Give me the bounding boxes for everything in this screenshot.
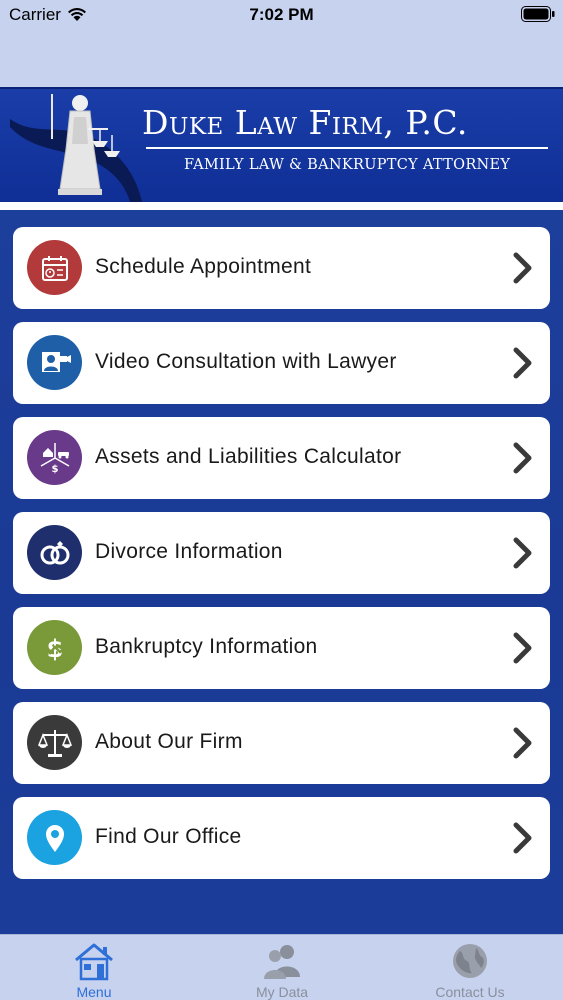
firm-subtitle: FAMILY LAW & BANKRUPTCY ATTORNEY	[184, 157, 511, 173]
lady-justice-logo	[10, 94, 142, 202]
status-time: 7:02 PM	[249, 5, 314, 24]
tab-my-data[interactable]: My Data	[188, 935, 376, 1000]
chevron-right-icon	[513, 442, 532, 474]
svg-text:$: $	[51, 464, 58, 475]
tab-menu[interactable]: Menu	[0, 935, 188, 1000]
firm-header-banner: Duke Law Firm, P.C. FAMILY LAW & BANKRUP…	[0, 87, 563, 202]
location-pin-icon	[27, 810, 82, 865]
menu-item-about-our-firm[interactable]: About Our Firm	[13, 702, 550, 784]
chevron-right-icon	[513, 727, 532, 759]
menu-item-label: Assets and Liabilities Calculator	[95, 445, 402, 468]
menu-item-label: Schedule Appointment	[95, 255, 312, 278]
chevron-right-icon	[513, 347, 532, 379]
menu-item-schedule-appointment[interactable]: Schedule Appointment	[13, 227, 550, 309]
tab-label: Contact Us	[435, 984, 505, 1000]
battery-icon	[521, 6, 555, 22]
menu-item-label: About Our Firm	[95, 730, 243, 753]
calendar-icon	[27, 240, 82, 295]
assets-icon: $	[27, 430, 82, 485]
chevron-right-icon	[513, 632, 532, 664]
menu-item-label: Find Our Office	[95, 825, 242, 848]
tab-label: My Data	[255, 984, 309, 1000]
navigation-bar	[0, 30, 563, 87]
globe-icon	[453, 944, 487, 978]
menu-item-label: Bankruptcy Information	[95, 635, 318, 658]
header-divider	[146, 147, 548, 149]
menu-item-bankruptcy-information[interactable]: $ Bankruptcy Information	[13, 607, 550, 689]
broken-dollar-icon: $	[27, 620, 82, 675]
menu-item-divorce-information[interactable]: Divorce Information	[13, 512, 550, 594]
chevron-right-icon	[513, 822, 532, 854]
menu-item-label: Divorce Information	[95, 540, 283, 563]
house-icon	[75, 943, 113, 981]
chevron-right-icon	[513, 252, 532, 284]
main-menu: Schedule Appointment Video Consultation …	[0, 202, 563, 934]
menu-item-video-consultation[interactable]: Video Consultation with Lawyer	[13, 322, 550, 404]
status-bar: Carrier 7:02 PM	[0, 0, 563, 30]
video-consultation-icon	[27, 335, 82, 390]
menu-item-assets-calculator[interactable]: $ Assets and Liabilities Calculator	[13, 417, 550, 499]
menu-item-find-our-office[interactable]: Find Our Office	[13, 797, 550, 879]
people-icon	[264, 945, 300, 979]
rings-icon	[27, 525, 82, 580]
scales-icon	[27, 715, 82, 770]
chevron-right-icon	[513, 537, 532, 569]
tab-bar: Menu My Data Contact Us	[0, 934, 563, 1000]
svg-text:$: $	[46, 635, 63, 663]
tab-label: Menu	[76, 984, 112, 1000]
firm-name: Duke Law Firm, P.C.	[142, 103, 468, 142]
tab-contact-us[interactable]: Contact Us	[376, 935, 563, 1000]
menu-item-label: Video Consultation with Lawyer	[95, 350, 397, 373]
